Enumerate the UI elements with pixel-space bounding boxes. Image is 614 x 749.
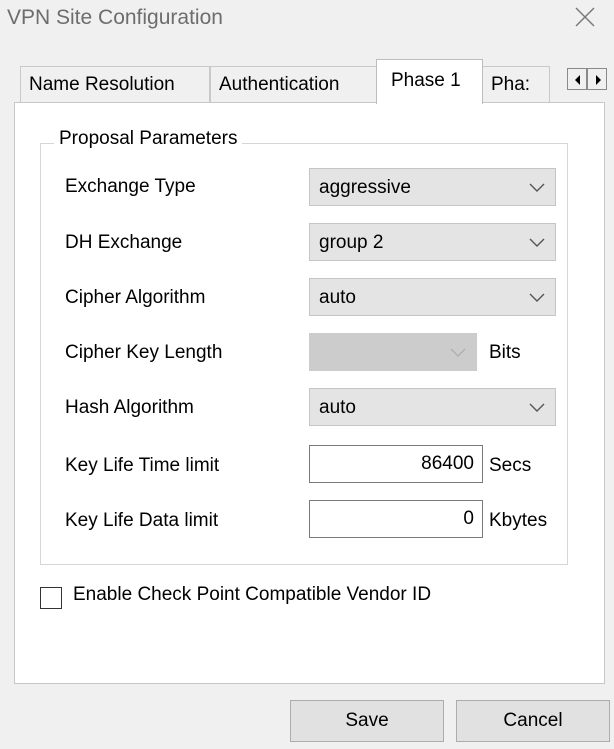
exchange-type-dropdown[interactable]: aggressive xyxy=(309,168,556,206)
save-button[interactable]: Save xyxy=(290,700,444,742)
tab-name-resolution[interactable]: Name Resolution xyxy=(20,66,210,102)
cipher-key-length-label: Cipher Key Length xyxy=(65,342,223,363)
vendor-id-checkbox-label: Enable Check Point Compatible Vendor ID xyxy=(73,584,432,605)
cipher-algorithm-value: auto xyxy=(319,287,356,308)
key-life-time-label: Key Life Time limit xyxy=(65,455,220,476)
cipher-algorithm-label: Cipher Algorithm xyxy=(65,287,206,308)
cipher-key-length-dropdown xyxy=(309,333,477,371)
dh-exchange-label: DH Exchange xyxy=(65,232,183,253)
window-title: VPN Site Configuration xyxy=(7,6,223,29)
key-life-data-input[interactable]: 0 xyxy=(309,500,483,538)
hash-algorithm-dropdown[interactable]: auto xyxy=(309,388,556,426)
dh-exchange-value: group 2 xyxy=(319,232,384,253)
key-life-data-unit: Kbytes xyxy=(489,510,548,531)
hash-algorithm-value: auto xyxy=(319,397,356,418)
chevron-down-icon xyxy=(450,348,466,357)
exchange-type-label: Exchange Type xyxy=(65,176,196,197)
close-icon xyxy=(575,7,595,27)
title-bar: VPN Site Configuration xyxy=(0,0,614,38)
triangle-right-icon xyxy=(596,75,601,85)
tab-phase-2-truncated[interactable]: Pha: xyxy=(482,66,550,102)
cipher-key-length-unit: Bits xyxy=(489,342,521,363)
tab-scroll-right-button[interactable] xyxy=(587,68,607,90)
hash-algorithm-label: Hash Algorithm xyxy=(65,397,194,418)
chevron-down-icon xyxy=(529,183,545,192)
vendor-id-checkbox[interactable] xyxy=(40,587,62,609)
key-life-time-unit: Secs xyxy=(489,455,532,476)
tab-phase-1[interactable]: Phase 1 xyxy=(376,59,483,104)
chevron-down-icon xyxy=(529,238,545,247)
chevron-down-icon xyxy=(529,293,545,302)
tab-scroll-left-button[interactable] xyxy=(567,68,587,90)
key-life-data-label: Key Life Data limit xyxy=(65,510,219,531)
cancel-button[interactable]: Cancel xyxy=(456,700,610,742)
tab-authentication[interactable]: Authentication xyxy=(210,66,377,102)
key-life-time-input[interactable]: 86400 xyxy=(309,445,483,483)
triangle-left-icon xyxy=(575,75,580,85)
close-button[interactable] xyxy=(568,3,602,33)
chevron-down-icon xyxy=(529,403,545,412)
cipher-algorithm-dropdown[interactable]: auto xyxy=(309,278,556,316)
group-title: Proposal Parameters xyxy=(54,128,243,150)
dh-exchange-dropdown[interactable]: group 2 xyxy=(309,223,556,261)
exchange-type-value: aggressive xyxy=(319,177,411,198)
